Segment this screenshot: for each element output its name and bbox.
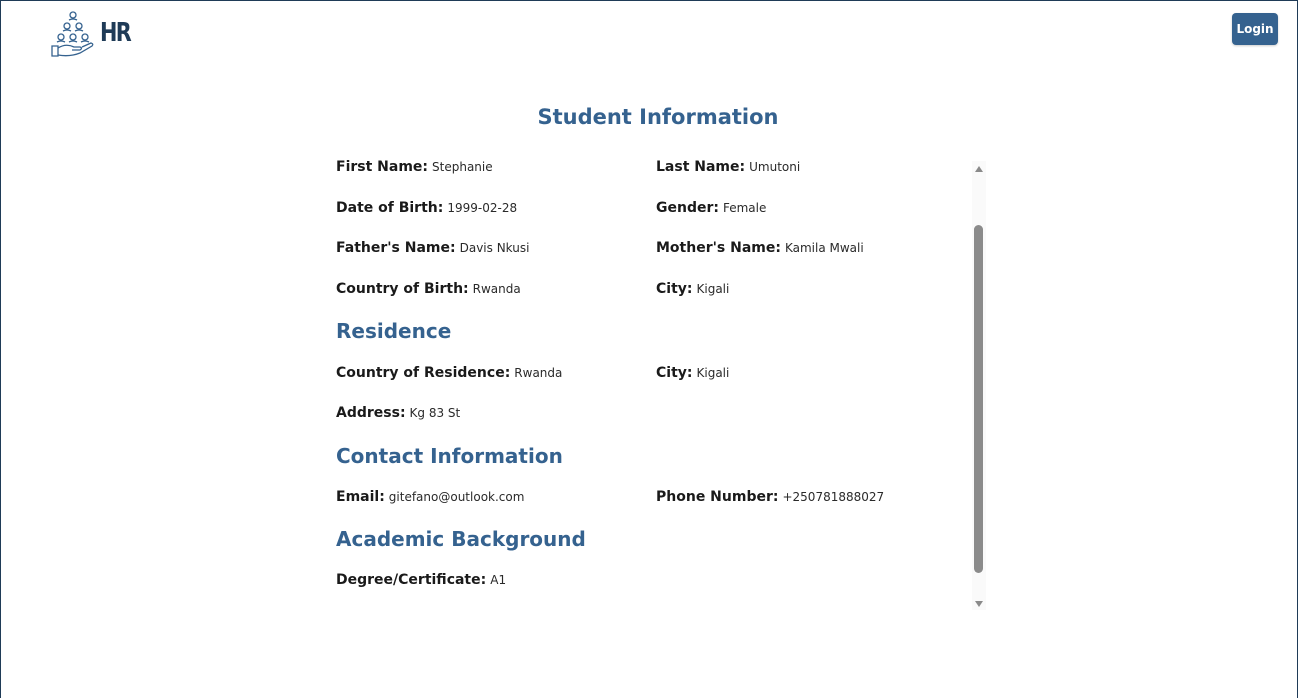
mother-name-field: Mother's Name: Kamila Mwali	[656, 240, 864, 256]
country-of-residence-field: Country of Residence: Rwanda	[336, 365, 562, 381]
student-info-panel: First Name: Stephanie Last Name: Umutoni D…	[336, 155, 968, 610]
residence-heading: Residence	[336, 319, 452, 343]
degree-field: Degree/Certificate: A1	[336, 572, 506, 588]
birth-city-field: City: Kigali	[656, 281, 729, 297]
gender-field: Gender: Female	[656, 200, 766, 216]
dob-value: 1999-02-28	[447, 201, 518, 215]
email-value: gitefano@outlook.com	[388, 490, 525, 504]
country-of-residence-label: Country of Residence:	[336, 365, 511, 381]
login-button[interactable]: Login	[1232, 13, 1278, 45]
contact-heading: Contact Information	[336, 444, 563, 468]
phone-label: Phone Number:	[656, 489, 779, 505]
hr-logo[interactable]: HR	[50, 10, 132, 60]
residence-city-field: City: Kigali	[656, 365, 729, 381]
country-of-birth-label: Country of Birth:	[336, 281, 469, 297]
country-of-residence-value: Rwanda	[514, 366, 563, 380]
gender-label: Gender:	[656, 200, 719, 216]
residence-city-label: City:	[656, 365, 693, 381]
email-field: Email: gitefano@outlook.com	[336, 489, 524, 505]
address-value: Kg 83 St	[409, 406, 461, 420]
mother-name-value: Kamila Mwali	[784, 241, 864, 255]
last-name-value: Umutoni	[749, 160, 801, 174]
country-of-birth-field: Country of Birth: Rwanda	[336, 281, 521, 297]
last-name-label: Last Name:	[656, 159, 746, 175]
first-name-value: Stephanie	[432, 160, 493, 174]
father-name-value: Davis Nkusi	[459, 241, 530, 255]
academic-heading: Academic Background	[336, 527, 586, 551]
last-name-field: Last Name: Umutoni	[656, 159, 800, 175]
gender-value: Female	[722, 201, 767, 215]
residence-city-value: Kigali	[696, 366, 730, 380]
phone-value: +250781888027	[782, 490, 885, 504]
page-title: Student Information	[537, 105, 779, 129]
birth-city-value: Kigali	[696, 282, 730, 296]
father-name-field: Father's Name: Davis Nkusi	[336, 240, 529, 256]
birth-city-label: City:	[656, 281, 693, 297]
father-name-label: Father's Name:	[336, 240, 456, 256]
address-label: Address:	[336, 405, 406, 421]
dob-label: Date of Birth:	[336, 200, 444, 216]
degree-value: A1	[490, 573, 507, 587]
first-name-field: First Name: Stephanie	[336, 159, 493, 175]
email-label: Email:	[336, 489, 385, 505]
scroll-down-icon[interactable]	[975, 601, 983, 607]
vertical-scrollbar[interactable]	[972, 161, 986, 610]
first-name-label: First Name:	[336, 159, 429, 175]
scroll-up-icon[interactable]	[975, 166, 983, 172]
mother-name-label: Mother's Name:	[656, 240, 781, 256]
address-field: Address: Kg 83 St	[336, 405, 460, 421]
degree-label: Degree/Certificate:	[336, 572, 487, 588]
phone-field: Phone Number: +250781888027	[656, 489, 884, 505]
dob-field: Date of Birth: 1999-02-28	[336, 200, 517, 216]
scroll-thumb[interactable]	[974, 225, 983, 573]
logo-text: HR	[100, 18, 132, 48]
country-of-birth-value: Rwanda	[472, 282, 521, 296]
